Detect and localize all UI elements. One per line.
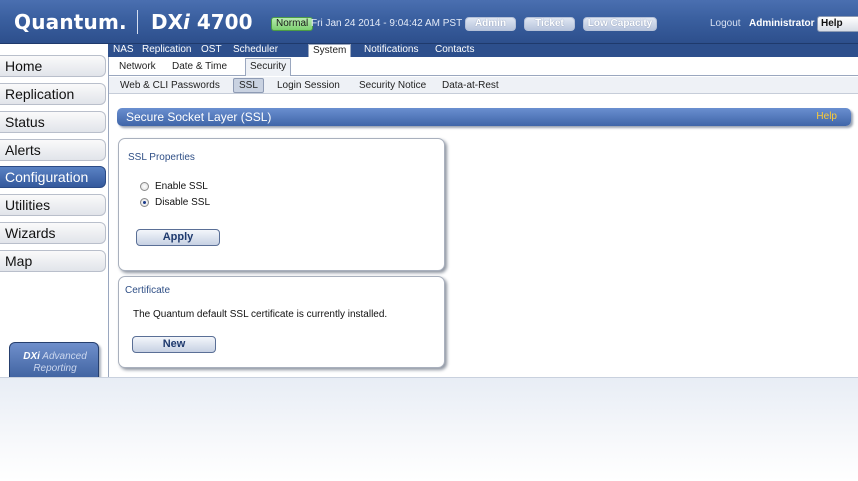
logout-link[interactable]: Logout — [710, 18, 741, 29]
admin-button[interactable]: Admin — [465, 17, 516, 31]
main-content: Network Date & Time Security Web & CLI P… — [108, 57, 858, 377]
left-nav-wizards[interactable]: Wizards — [0, 222, 106, 244]
top-nav-ost[interactable]: OST — [201, 44, 222, 57]
sub-nav-network[interactable]: Network — [119, 61, 156, 72]
enable-ssl-radio[interactable] — [140, 182, 149, 191]
sub-nav-date-time[interactable]: Date & Time — [172, 61, 227, 72]
section-title: Secure Socket Layer (SSL) — [126, 110, 272, 124]
new-certificate-button[interactable]: New — [132, 336, 216, 353]
logo-separator — [137, 10, 138, 34]
product-model: 4700 — [189, 10, 253, 34]
system-datetime: Fri Jan 24 2014 - 9:04:42 AM PST — [311, 18, 463, 29]
left-nav-utilities[interactable]: Utilities — [0, 194, 106, 216]
app-header: Quantum. DXi 4700 Normal Fri Jan 24 2014… — [0, 0, 858, 44]
security-tabs: Web & CLI Passwords SSL Login Session Se… — [109, 77, 858, 94]
product-italic: i — [183, 10, 190, 34]
certificate-status-text: The Quantum default SSL certificate is c… — [133, 309, 388, 320]
certificate-panel: Certificate The Quantum default SSL cert… — [118, 276, 445, 368]
apply-button[interactable]: Apply — [136, 229, 220, 246]
dxi-badge-reporting: Reporting — [33, 363, 77, 374]
system-status-badge[interactable]: Normal — [271, 17, 314, 31]
top-nav-contacts[interactable]: Contacts — [435, 44, 474, 57]
quantum-logo: Quantum. — [14, 10, 127, 34]
top-nav: NAS Replication OST Scheduler System Not… — [108, 44, 858, 58]
dxi-badge-bold: DXi — [23, 351, 40, 362]
top-nav-scheduler[interactable]: Scheduler — [233, 44, 278, 57]
left-nav-map[interactable]: Map — [0, 250, 106, 272]
ticket-button[interactable]: Ticket — [524, 17, 575, 31]
footer-band — [0, 377, 858, 481]
low-capacity-button[interactable]: Low Capacity — [583, 17, 657, 31]
config-sub-nav: Network Date & Time Security — [109, 57, 858, 76]
left-nav-configuration[interactable]: Configuration — [0, 166, 106, 188]
help-button[interactable]: Help — [817, 16, 858, 32]
sub-nav-security[interactable]: Security — [245, 58, 292, 76]
section-help-link[interactable]: Help — [816, 111, 837, 122]
certificate-title: Certificate — [125, 285, 171, 296]
dxi-badge-title: DXi Advanced — [10, 351, 100, 362]
left-nav-home[interactable]: Home — [0, 55, 106, 77]
left-nav-alerts[interactable]: Alerts — [0, 139, 106, 161]
left-nav-replication[interactable]: Replication — [0, 83, 106, 105]
ssl-properties-panel: SSL Properties Enable SSL Disable SSL Ap… — [118, 138, 445, 271]
enable-ssl-label: Enable SSL — [155, 181, 208, 192]
top-nav-system[interactable]: System — [308, 44, 352, 58]
tab-security-notice[interactable]: Security Notice — [359, 80, 426, 91]
disable-ssl-label: Disable SSL — [155, 197, 211, 208]
tab-web-cli-passwords[interactable]: Web & CLI Passwords — [120, 80, 220, 91]
top-nav-nas[interactable]: NAS — [113, 44, 134, 57]
current-user: Administrator — [749, 18, 815, 29]
dxi-badge-advanced: Advanced — [39, 351, 87, 362]
top-nav-replication[interactable]: Replication — [142, 44, 191, 57]
left-nav-status[interactable]: Status — [0, 111, 106, 133]
tab-data-at-rest[interactable]: Data-at-Rest — [442, 80, 499, 91]
product-prefix: DX — [151, 10, 184, 34]
top-nav-notifications[interactable]: Notifications — [364, 44, 418, 57]
tab-login-session[interactable]: Login Session — [277, 80, 340, 91]
product-name: DXi 4700 — [151, 10, 253, 34]
tab-ssl[interactable]: SSL — [233, 78, 264, 93]
section-header: Secure Socket Layer (SSL) Help — [117, 108, 851, 126]
ssl-properties-title: SSL Properties — [128, 152, 195, 163]
disable-ssl-radio[interactable] — [140, 198, 149, 207]
